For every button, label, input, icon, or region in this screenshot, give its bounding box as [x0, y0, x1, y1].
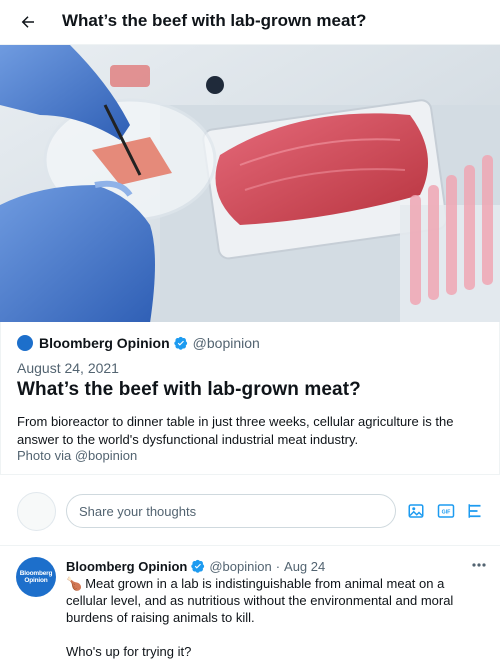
gif-button[interactable]: GIF — [436, 501, 456, 521]
bloomberg-logo-icon — [17, 335, 33, 351]
drumstick-emoji-icon: 🍗 — [66, 576, 83, 591]
tweet-line-1: Meat grown in a lab is indistinguishable… — [66, 576, 454, 625]
article-card[interactable]: Bloomberg Opinion @bopinion August 24, 2… — [0, 322, 500, 474]
card-photo-credit: Photo via @bopinion — [17, 448, 138, 463]
verified-badge-icon — [191, 559, 205, 573]
gif-icon: GIF — [437, 504, 455, 518]
more-options-button[interactable] — [468, 556, 490, 574]
tweet-separator: · — [275, 558, 281, 574]
avatar-label-line2: Opinion — [24, 577, 48, 584]
gif-label: GIF — [442, 510, 452, 516]
poll-button[interactable] — [466, 501, 486, 521]
card-title[interactable]: What’s the beef with lab-grown meat? — [17, 379, 361, 401]
tweet-timestamp[interactable]: Aug 24 — [284, 559, 325, 574]
card-author: Bloomberg Opinion @bopinion — [17, 334, 260, 352]
reply-composer: GIF — [0, 474, 500, 546]
bloomberg-opinion-avatar[interactable]: Bloomberg Opinion — [16, 557, 56, 597]
tweet-author-handle[interactable]: @bopinion — [209, 559, 271, 574]
poll-icon — [468, 504, 481, 518]
card-author-name: Bloomberg Opinion — [39, 335, 170, 351]
tweet[interactable]: Bloomberg Opinion Bloomberg Opinion @bop… — [0, 546, 500, 666]
card-author-handle: @bopinion — [192, 335, 260, 351]
page-title: What’s the beef with lab-grown meat? — [62, 11, 367, 30]
share-thoughts-input[interactable] — [66, 494, 396, 528]
card-date: August 24, 2021 — [17, 360, 119, 376]
tweet-text: 🍗 Meat grown in a lab is indistinguishabl… — [66, 575, 486, 660]
arrow-left-icon — [21, 16, 34, 28]
user-avatar — [17, 492, 56, 531]
page-header: What’s the beef with lab-grown meat? — [0, 0, 500, 44]
back-button[interactable] — [14, 8, 42, 36]
card-description: From bioreactor to dinner table in just … — [17, 414, 454, 447]
image-icon — [408, 504, 424, 518]
tweet-author-name[interactable]: Bloomberg Opinion — [66, 559, 187, 574]
image-button[interactable] — [406, 501, 426, 521]
verified-badge-icon — [173, 336, 187, 350]
more-dots-icon — [472, 563, 486, 567]
article-image[interactable] — [0, 44, 500, 322]
tweet-header: Bloomberg Opinion @bopinion · Aug 24 — [66, 557, 325, 575]
tweet-line-2: Who's up for trying it? — [66, 644, 192, 659]
avatar-label-line1: Bloomberg — [19, 570, 53, 577]
